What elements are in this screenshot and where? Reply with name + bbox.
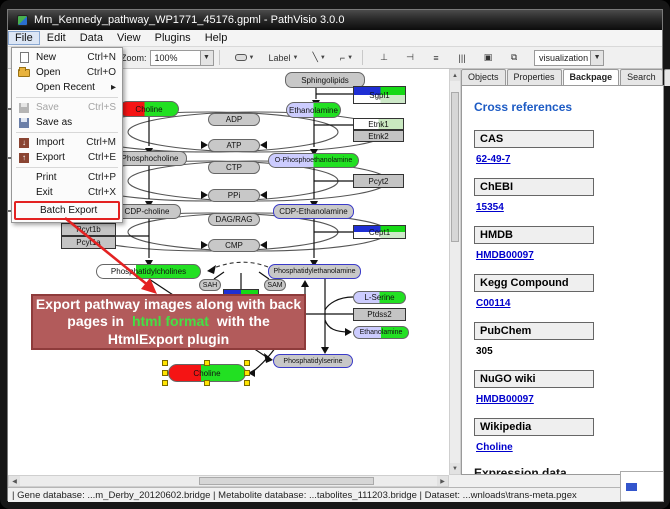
menu-separator: [16, 167, 118, 168]
annotation-callout: Export pathway images along with back pa…: [31, 294, 306, 350]
selection-handle[interactable]: [244, 370, 250, 376]
menu-item-open[interactable]: OpenCtrl+O: [12, 65, 122, 80]
pathvisio-window: Mm_Kennedy_pathway_WP1771_45176.gpml - P…: [7, 9, 663, 501]
submenu-arrow-icon: ▸: [111, 82, 116, 93]
menu-separator: [16, 97, 118, 98]
gene-node-ptdss2[interactable]: Ptdss2: [353, 308, 406, 321]
menu-item-open-recent[interactable]: Open Recent ▸: [12, 80, 122, 95]
menu-separator: [16, 132, 118, 133]
node-choline[interactable]: Choline: [119, 101, 179, 117]
annotation-line1: Export pathway images along with back: [36, 296, 301, 312]
screenshot-frame: Mm_Kennedy_pathway_WP1771_45176.gpml - P…: [0, 0, 670, 509]
menu-item-exit[interactable]: ExitCtrl+X: [12, 185, 122, 200]
overview-glyph: [626, 483, 637, 491]
annotation-highlight: html format: [132, 313, 209, 329]
menu-item-save-as[interactable]: Save as: [12, 115, 122, 130]
batch-export-highlight-box: Batch Export: [14, 201, 120, 220]
annotation-line3: HtmlExport plugin: [108, 331, 229, 347]
node-dag-rag[interactable]: DAG/RAG: [208, 213, 260, 226]
gene-node-etnk2[interactable]: Etnk2: [353, 130, 404, 142]
selection-handle[interactable]: [244, 380, 250, 386]
save-as-icon: [16, 117, 32, 129]
node-l-serine[interactable]: L-Serine: [353, 291, 406, 304]
selection-handle[interactable]: [162, 370, 168, 376]
import-icon: ↓: [16, 137, 32, 149]
tab-legend[interactable]: Legend: [664, 69, 670, 86]
open-folder-icon: [16, 67, 32, 79]
selection-handle[interactable]: [204, 380, 210, 386]
menu-item-new[interactable]: NewCtrl+N: [12, 50, 122, 65]
node-cmp[interactable]: CMP: [208, 239, 260, 252]
annotation-line2c: with the: [217, 313, 270, 329]
gene-node-pcyt2[interactable]: Pcyt2: [353, 174, 404, 188]
annotation-line2a: pages in: [67, 313, 124, 329]
gene-node-sgpl1[interactable]: Sgpl1: [353, 86, 406, 104]
file-menu-popup: NewCtrl+N OpenCtrl+O Open Recent ▸ SaveC…: [11, 47, 123, 223]
selection-handle[interactable]: [162, 380, 168, 386]
node-ethanolamine-bottom[interactable]: Ethanolamine: [353, 326, 409, 339]
gene-node-pcyt1a[interactable]: Pcyt1a: [61, 236, 116, 249]
overview-widget: [620, 471, 664, 502]
node-ctp[interactable]: CTP: [208, 161, 260, 174]
node-adp[interactable]: ADP: [208, 113, 260, 126]
node-sah[interactable]: SAH: [199, 279, 221, 291]
node-phosphatidylserine[interactable]: Phosphatidylserine: [273, 354, 353, 368]
save-icon: [16, 102, 32, 114]
menu-item-import[interactable]: ↓ ImportCtrl+M: [12, 135, 122, 150]
menu-item-save: SaveCtrl+S: [12, 100, 122, 115]
node-ppi[interactable]: PPi: [208, 189, 260, 202]
selection-handle[interactable]: [244, 360, 250, 366]
gene-node-pcyt1b[interactable]: Pcyt1b: [61, 223, 116, 236]
node-phosphatidylethanolamine[interactable]: Phosphatidylethanolamine: [268, 264, 361, 279]
menu-item-export[interactable]: ↑ ExportCtrl+E: [12, 150, 122, 165]
node-ethanolamine[interactable]: Ethanolamine: [286, 102, 341, 118]
gene-node-etnk1[interactable]: Etnk1: [353, 118, 404, 130]
node-cdp-ethanolamine[interactable]: CDP-Ethanolamine: [273, 204, 354, 219]
export-icon: ↑: [16, 152, 32, 164]
node-atp[interactable]: ATP: [208, 139, 260, 152]
node-phosphatidylcholines[interactable]: Phosphatidylcholines: [96, 264, 201, 279]
node-phosphocholine[interactable]: Phosphocholine: [113, 151, 187, 166]
new-document-icon: [16, 52, 32, 64]
gene-node-cept1[interactable]: Cept1: [353, 225, 406, 239]
menu-item-print[interactable]: PrintCtrl+P: [12, 170, 122, 185]
node-o-phosphoethanolamine[interactable]: O-Phosphoethanolamine: [268, 153, 359, 168]
selection-handle[interactable]: [162, 360, 168, 366]
selection-handle[interactable]: [204, 360, 210, 366]
menu-item-batch-export[interactable]: Batch Export: [16, 203, 118, 218]
node-sam[interactable]: SAM: [264, 279, 286, 291]
node-cdp-choline[interactable]: CDP-choline: [113, 204, 181, 219]
